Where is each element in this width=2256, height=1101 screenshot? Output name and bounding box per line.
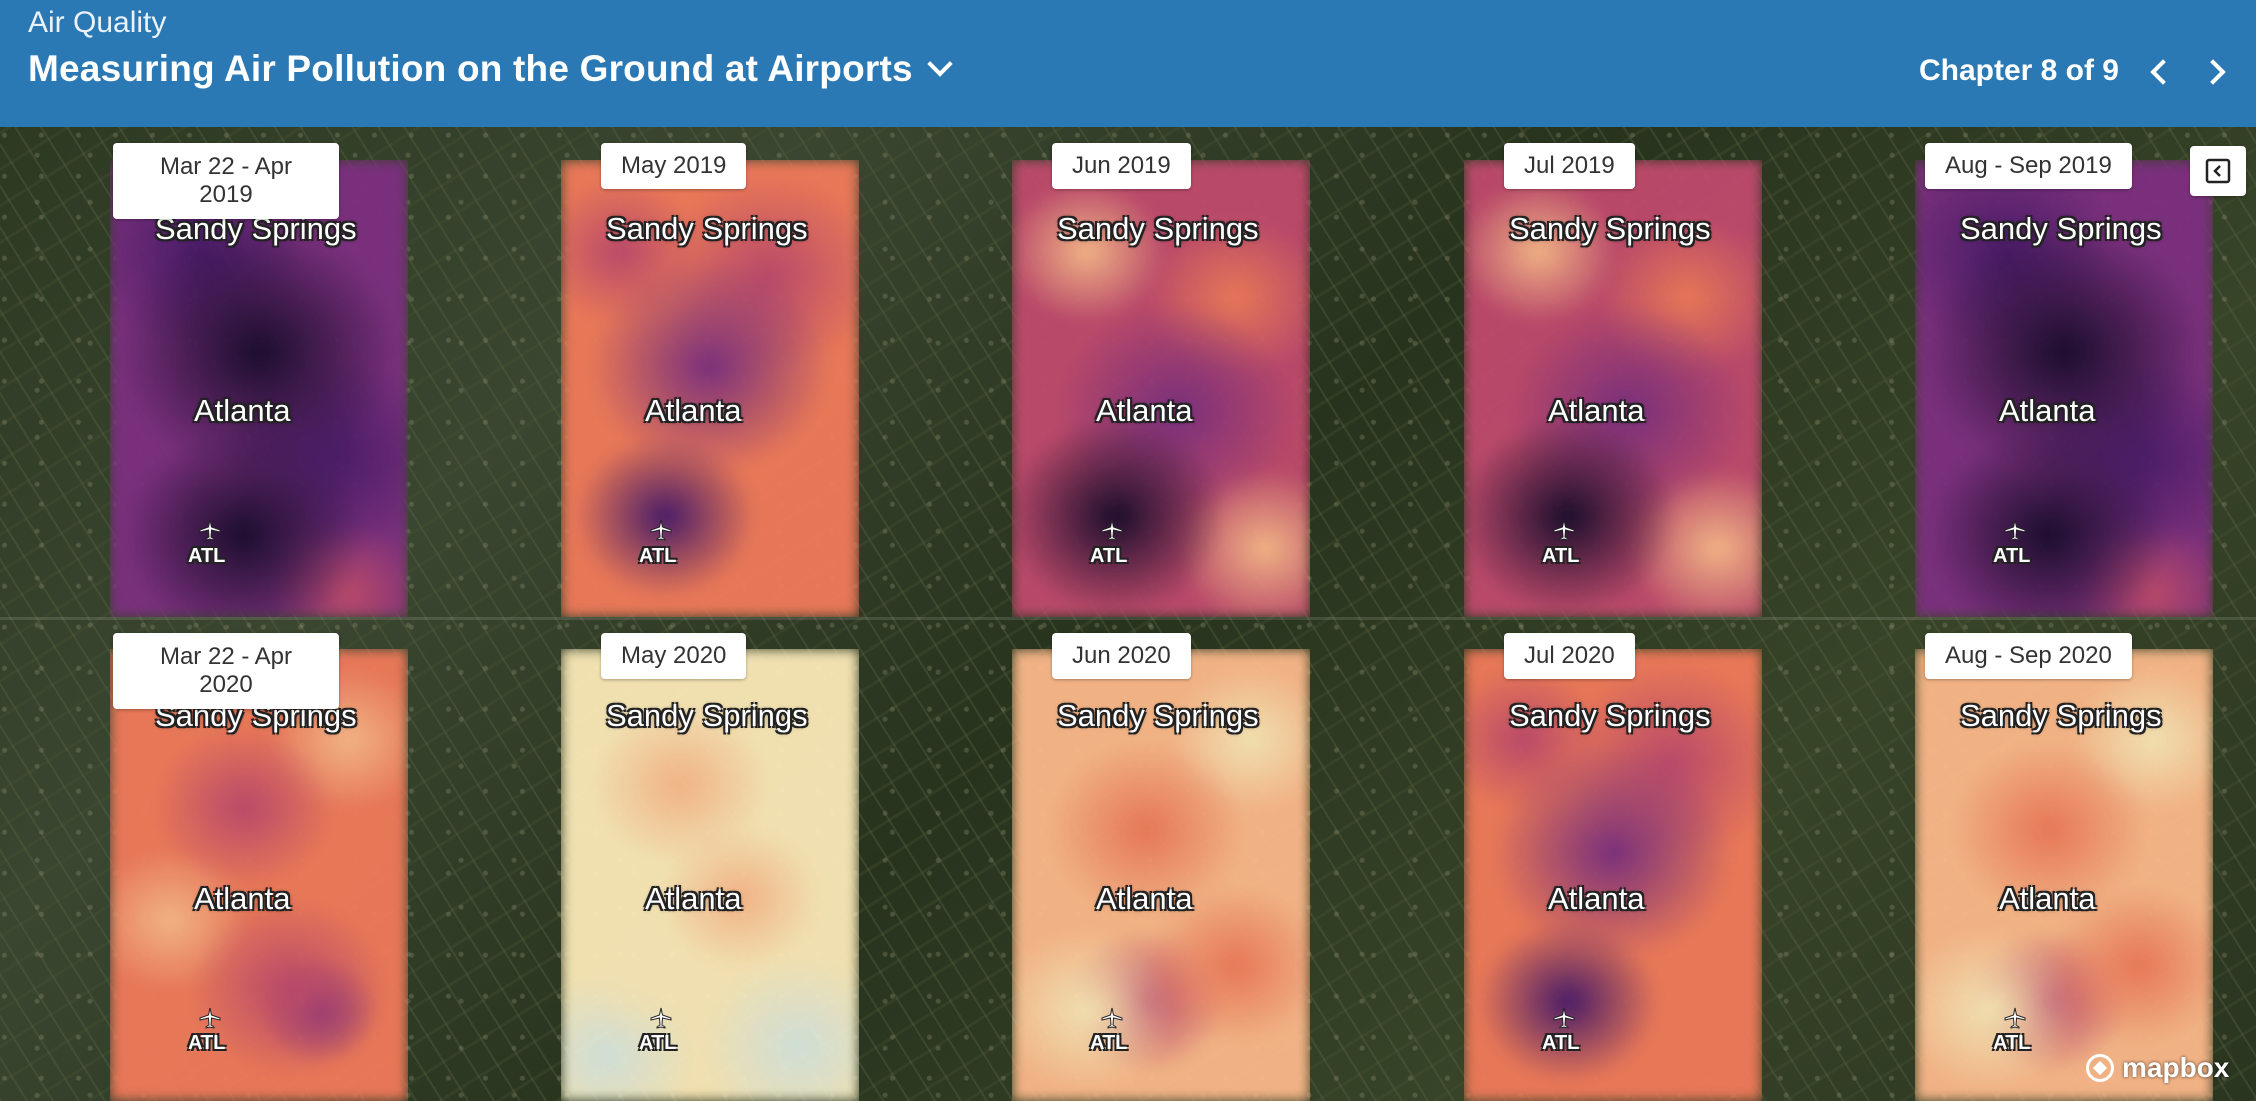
heatmap-panel: Sandy Springs Atlanta ATL	[110, 649, 408, 1101]
collapse-panel-button[interactable]	[2190, 146, 2246, 196]
place-label-atlanta: Atlanta	[1096, 393, 1193, 428]
period-label: Jul 2020	[1504, 633, 1635, 679]
heatmap-panel: Sandy Springs Atlanta ATL	[561, 649, 859, 1101]
place-label-sandy-springs: Sandy Springs	[1960, 211, 2162, 246]
airport-code-label: ATL	[639, 545, 677, 567]
chevron-down-icon	[927, 51, 953, 77]
airplane-icon	[2004, 1007, 2026, 1029]
airplane-icon	[1101, 1007, 1123, 1029]
heatmap-panel: Sandy Springs Atlanta ATL	[561, 160, 859, 617]
chevron-right-icon	[2200, 59, 2226, 85]
period-label: May 2020	[601, 633, 747, 679]
collapse-panel-icon	[2205, 158, 2231, 184]
place-label-atlanta: Atlanta	[1548, 881, 1645, 916]
period-label: May 2019	[601, 143, 747, 189]
place-label-sandy-springs: Sandy Springs	[1057, 211, 1259, 246]
heatmap-panel: Sandy Springs Atlanta ATL	[110, 160, 408, 617]
chevron-left-icon	[2150, 59, 2176, 85]
place-label-sandy-springs: Sandy Springs	[606, 211, 808, 246]
airport-code-label: ATL	[1993, 545, 2031, 567]
heatmap-panel: Sandy Springs Atlanta ATL	[1012, 649, 1310, 1101]
map-canvas[interactable]: Sandy Springs Atlanta ATL Mar 22 - Apr 2019…	[0, 127, 2256, 1101]
airport-code-label: ATL	[1542, 1032, 1580, 1054]
chapter-title: Measuring Air Pollution on the Ground at…	[28, 48, 913, 89]
place-label-atlanta: Atlanta	[1548, 393, 1645, 428]
heatmap-panel: Sandy Springs Atlanta ATL	[1464, 160, 1762, 617]
period-label: Mar 22 - Apr 2019	[113, 143, 339, 219]
mapbox-icon	[2086, 1054, 2114, 1082]
mapbox-logo[interactable]: mapbox	[2086, 1052, 2229, 1084]
period-label: Jul 2019	[1504, 143, 1635, 189]
airport-code-label: ATL	[1993, 1032, 2031, 1054]
airplane-icon	[2004, 519, 2026, 541]
map-row-divider	[0, 617, 2256, 620]
previous-chapter-button[interactable]	[2140, 52, 2180, 92]
period-label: Aug - Sep 2020	[1925, 633, 2132, 679]
place-label-atlanta: Atlanta	[645, 393, 742, 428]
place-label-atlanta: Atlanta	[1096, 881, 1193, 916]
heatmap-panel: Sandy Springs Atlanta ATL	[1915, 160, 2213, 617]
heatmap-panel: Sandy Springs Atlanta ATL	[1464, 649, 1762, 1101]
airport-code-label: ATL	[1542, 545, 1580, 567]
heatmap-panel: Sandy Springs Atlanta ATL	[1012, 160, 1310, 617]
place-label-atlanta: Atlanta	[1999, 881, 2096, 916]
period-label: Jun 2019	[1052, 143, 1191, 189]
place-label-sandy-springs: Sandy Springs	[1057, 698, 1259, 733]
period-label: Jun 2020	[1052, 633, 1191, 679]
place-label-atlanta: Atlanta	[194, 393, 291, 428]
airplane-icon	[650, 1007, 672, 1029]
mapbox-wordmark: mapbox	[2122, 1052, 2230, 1083]
airplane-icon	[1101, 519, 1123, 541]
story-supertitle: Air Quality	[28, 6, 167, 39]
airplane-icon	[199, 519, 221, 541]
airport-code-label: ATL	[639, 1032, 677, 1054]
place-label-atlanta: Atlanta	[194, 881, 291, 916]
next-chapter-button[interactable]	[2196, 52, 2236, 92]
airport-code-label: ATL	[188, 545, 226, 567]
place-label-sandy-springs: Sandy Springs	[606, 698, 808, 733]
chapter-indicator: Chapter 8 of 9	[1918, 54, 2119, 87]
story-header: Air Quality Measuring Air Pollution on t…	[0, 0, 2256, 127]
airplane-icon	[1553, 519, 1575, 541]
place-label-sandy-springs: Sandy Springs	[1509, 698, 1711, 733]
period-label: Mar 22 - Apr 2020	[113, 633, 339, 709]
airport-code-label: ATL	[1090, 1032, 1128, 1054]
airplane-icon	[650, 519, 672, 541]
place-label-atlanta: Atlanta	[1999, 393, 2096, 428]
airplane-icon	[199, 1007, 221, 1029]
period-label: Aug - Sep 2019	[1925, 143, 2132, 189]
place-label-sandy-springs: Sandy Springs	[1960, 698, 2162, 733]
heatmap-panel: Sandy Springs Atlanta ATL	[1915, 649, 2213, 1101]
place-label-atlanta: Atlanta	[645, 881, 742, 916]
place-label-sandy-springs: Sandy Springs	[1509, 211, 1711, 246]
airplane-icon	[1553, 1007, 1575, 1029]
airport-code-label: ATL	[188, 1032, 226, 1054]
chapter-menu-toggle[interactable]: Measuring Air Pollution on the Ground at…	[28, 48, 953, 90]
airport-code-label: ATL	[1090, 545, 1128, 567]
